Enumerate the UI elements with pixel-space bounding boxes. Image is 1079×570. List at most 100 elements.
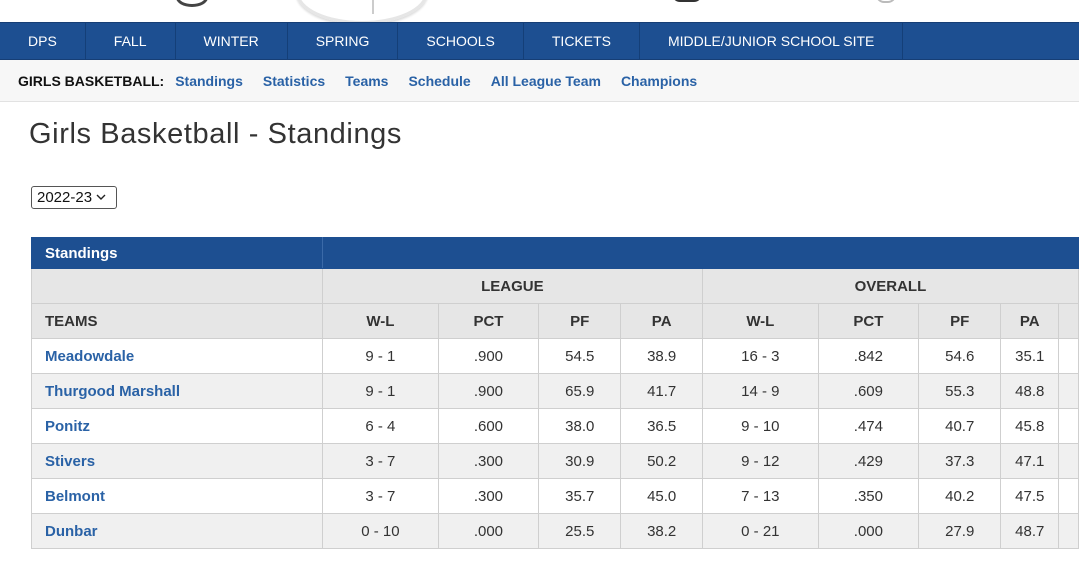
column-header-league-pa: PA bbox=[620, 303, 703, 339]
page-title: Girls Basketball - Standings bbox=[29, 118, 403, 150]
subnav-link-all-league-team[interactable]: All League Team bbox=[491, 73, 601, 89]
league-wl: 0 - 10 bbox=[321, 513, 439, 549]
table-row: Meadowdale 9 - 1 .900 54.5 38.9 16 - 3 .… bbox=[31, 338, 1079, 374]
overall-pct: .429 bbox=[817, 443, 920, 479]
nav-item-winter[interactable]: WINTER bbox=[176, 23, 288, 59]
subnav-label: GIRLS BASKETBALL: bbox=[18, 72, 165, 89]
overall-pct: .350 bbox=[817, 478, 920, 514]
overall-wl: 16 - 3 bbox=[701, 338, 819, 374]
nav-item-schools[interactable]: SCHOOLS bbox=[398, 23, 524, 59]
team-link[interactable]: Meadowdale bbox=[31, 338, 323, 374]
column-header-league-pct: PCT bbox=[437, 303, 540, 339]
league-pct: .900 bbox=[437, 373, 540, 409]
overall-wl: 0 - 21 bbox=[701, 513, 819, 549]
overall-pa: 47.5 bbox=[1000, 478, 1060, 514]
overall-pf: 40.7 bbox=[918, 408, 1002, 444]
overall-pa: 35.1 bbox=[1000, 338, 1060, 374]
nav-item-spring[interactable]: SPRING bbox=[288, 23, 399, 59]
team-link[interactable]: Dunbar bbox=[31, 513, 323, 549]
league-pf: 25.5 bbox=[538, 513, 622, 549]
overflow-cell bbox=[1058, 443, 1079, 479]
subnav-link-teams[interactable]: Teams bbox=[345, 73, 388, 89]
team-link[interactable]: Belmont bbox=[31, 478, 323, 514]
overall-pa: 48.7 bbox=[1000, 513, 1060, 549]
chevron-down-icon bbox=[96, 192, 106, 203]
overall-pa: 47.1 bbox=[1000, 443, 1060, 479]
overall-wl: 14 - 9 bbox=[701, 373, 819, 409]
league-pct: .900 bbox=[437, 338, 540, 374]
league-wl: 9 - 1 bbox=[321, 338, 439, 374]
table-row: Stivers 3 - 7 .300 30.9 50.2 9 - 12 .429… bbox=[31, 443, 1079, 479]
overflow-cell bbox=[1058, 513, 1079, 549]
overall-pct: .842 bbox=[817, 338, 920, 374]
group-header-empty bbox=[31, 268, 323, 304]
table-caption: Standings bbox=[31, 237, 323, 269]
overall-wl: 9 - 10 bbox=[701, 408, 819, 444]
overall-pct: .474 bbox=[817, 408, 920, 444]
league-pf: 35.7 bbox=[538, 478, 622, 514]
district-logo-icon[interactable] bbox=[296, 0, 428, 22]
group-header-league: LEAGUE bbox=[321, 268, 703, 304]
league-pf: 30.9 bbox=[538, 443, 622, 479]
column-header-overall-pf: PF bbox=[918, 303, 1002, 339]
league-pa: 41.7 bbox=[620, 373, 703, 409]
league-pct: .600 bbox=[437, 408, 540, 444]
overall-pf: 40.2 bbox=[918, 478, 1002, 514]
column-header-overflow bbox=[1058, 303, 1079, 339]
column-header-league-wl: W-L bbox=[321, 303, 439, 339]
overall-wl: 7 - 13 bbox=[701, 478, 819, 514]
team-link[interactable]: Stivers bbox=[31, 443, 323, 479]
group-header-overall: OVERALL bbox=[701, 268, 1079, 304]
table-row: Ponitz 6 - 4 .600 38.0 36.5 9 - 10 .474 … bbox=[31, 408, 1079, 444]
overall-pa: 48.8 bbox=[1000, 373, 1060, 409]
subnav-link-champions[interactable]: Champions bbox=[621, 73, 697, 89]
school-logo-icon-2[interactable] bbox=[672, 0, 702, 2]
nav-item-middle-junior[interactable]: MIDDLE/JUNIOR SCHOOL SITE bbox=[640, 23, 904, 59]
column-header-overall-pct: PCT bbox=[817, 303, 920, 339]
standings-table: Standings LEAGUE OVERALL TEAMS W-L PCT P… bbox=[31, 237, 1079, 549]
overflow-cell bbox=[1058, 408, 1079, 444]
site-header bbox=[0, 0, 1079, 22]
overflow-cell bbox=[1058, 338, 1079, 374]
league-wl: 9 - 1 bbox=[321, 373, 439, 409]
nav-item-dps[interactable]: DPS bbox=[0, 23, 86, 59]
table-row: Dunbar 0 - 10 .000 25.5 38.2 0 - 21 .000… bbox=[31, 513, 1079, 549]
overall-pf: 37.3 bbox=[918, 443, 1002, 479]
table-caption-fill bbox=[321, 237, 1079, 269]
league-pa: 38.9 bbox=[620, 338, 703, 374]
overall-pf: 54.6 bbox=[918, 338, 1002, 374]
league-pf: 38.0 bbox=[538, 408, 622, 444]
sport-subnav: GIRLS BASKETBALL: Standings Statistics T… bbox=[0, 60, 1079, 102]
district-logo-detail bbox=[372, 0, 374, 14]
overall-pa: 45.8 bbox=[1000, 408, 1060, 444]
league-wl: 6 - 4 bbox=[321, 408, 439, 444]
column-header-overall-wl: W-L bbox=[701, 303, 819, 339]
table-caption-row: Standings bbox=[31, 237, 1079, 269]
column-header-teams: TEAMS bbox=[31, 303, 323, 339]
league-pa: 38.2 bbox=[620, 513, 703, 549]
nav-item-tickets[interactable]: TICKETS bbox=[524, 23, 640, 59]
team-link[interactable]: Ponitz bbox=[31, 408, 323, 444]
overflow-cell bbox=[1058, 373, 1079, 409]
column-header-overall-pa: PA bbox=[1000, 303, 1060, 339]
season-select[interactable]: 2022-23 bbox=[31, 186, 117, 209]
column-header-league-pf: PF bbox=[538, 303, 622, 339]
subnav-link-statistics[interactable]: Statistics bbox=[263, 73, 325, 89]
overall-pct: .000 bbox=[817, 513, 920, 549]
school-logo-icon[interactable] bbox=[176, 0, 208, 7]
overall-pf: 27.9 bbox=[918, 513, 1002, 549]
table-row: Belmont 3 - 7 .300 35.7 45.0 7 - 13 .350… bbox=[31, 478, 1079, 514]
league-pct: .300 bbox=[437, 443, 540, 479]
league-pct: .000 bbox=[437, 513, 540, 549]
team-link[interactable]: Thurgood Marshall bbox=[31, 373, 323, 409]
group-header-row: LEAGUE OVERALL bbox=[31, 268, 1079, 304]
league-pa: 45.0 bbox=[620, 478, 703, 514]
subnav-link-schedule[interactable]: Schedule bbox=[408, 73, 470, 89]
main-nav: DPS FALL WINTER SPRING SCHOOLS TICKETS M… bbox=[0, 22, 1079, 60]
school-logo-icon-3[interactable] bbox=[876, 0, 896, 3]
overall-pf: 55.3 bbox=[918, 373, 1002, 409]
nav-item-fall[interactable]: FALL bbox=[86, 23, 176, 59]
league-wl: 3 - 7 bbox=[321, 478, 439, 514]
subnav-link-standings[interactable]: Standings bbox=[175, 73, 243, 89]
column-header-row: TEAMS W-L PCT PF PA W-L PCT PF PA bbox=[31, 303, 1079, 339]
